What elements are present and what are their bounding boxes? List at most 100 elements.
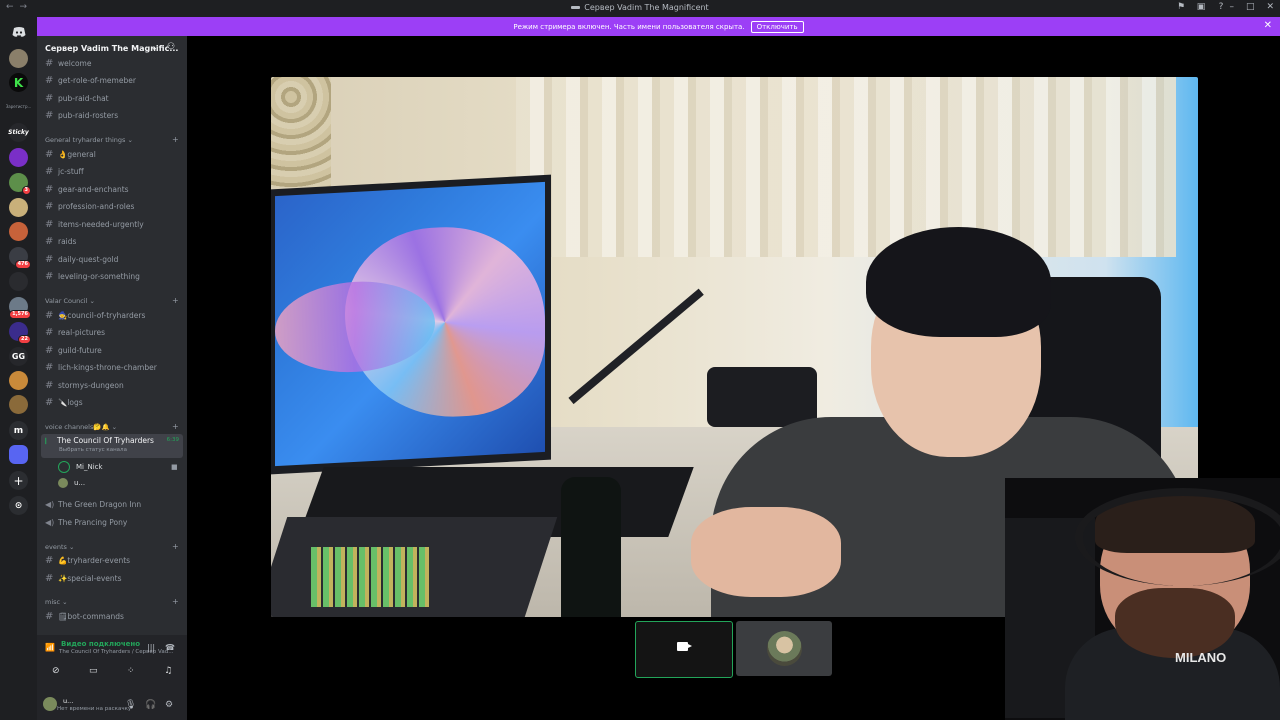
channel-bot-commands[interactable]: # 🗒bot-commands <box>45 609 124 623</box>
help-icon[interactable]: ? <box>1216 2 1226 12</box>
add-server-icon[interactable]: + <box>9 471 28 490</box>
channel-daily-quest[interactable]: # daily-quest-gold <box>45 252 118 266</box>
shirt-logo: MILANO <box>1175 650 1227 665</box>
participant-tile[interactable] <box>736 621 832 676</box>
explore-icon[interactable]: ⊙ <box>9 496 28 515</box>
add-member-icon[interactable]: ⚇ <box>167 42 175 52</box>
headphones-icon <box>1075 488 1280 586</box>
hash-icon: # <box>45 309 54 321</box>
server-icon[interactable] <box>9 148 28 167</box>
minimize-icon[interactable]: – <box>1229 2 1234 12</box>
add-channel-icon[interactable]: + <box>172 422 179 431</box>
voice-user[interactable]: Mi_Nick ■ <box>58 461 178 473</box>
channel-stormys-dungeon[interactable]: # stormys-dungeon <box>45 378 124 392</box>
inbox-icon[interactable]: ▣ <box>1196 2 1206 12</box>
server-icon[interactable] <box>9 395 28 414</box>
activities-icon[interactable]: ⁘ <box>117 663 145 679</box>
voice-channel-active[interactable]: 𝄃 The Council Of Tryharders Выбрать стат… <box>41 434 183 458</box>
participant-tile-selected[interactable] <box>635 621 733 678</box>
headphones-icon[interactable]: 🎧 <box>145 700 156 710</box>
channel-gear[interactable]: # gear-and-enchants <box>45 182 129 196</box>
set-channel-status[interactable]: Выбрать статус канала <box>59 447 127 453</box>
mic-icon[interactable]: 🎙 <box>125 700 136 710</box>
pin-icon[interactable]: ⚑ <box>1176 2 1186 12</box>
server-icon[interactable] <box>9 49 28 68</box>
camera-off-icon[interactable]: ⊘ <box>42 663 70 679</box>
close-window-icon[interactable]: ✕ <box>1266 2 1274 12</box>
server-icon[interactable]: m <box>9 421 28 440</box>
settings-icon[interactable]: ⚙ <box>165 700 173 710</box>
channel-items-needed[interactable]: # items-needed-urgently <box>45 217 144 231</box>
avatar <box>58 478 68 488</box>
close-icon[interactable]: ✕ <box>1264 20 1272 31</box>
channel-logs[interactable]: # 🔪logs <box>45 395 83 409</box>
soundboard-icon[interactable]: ♫ <box>154 663 182 679</box>
voice-channel-green-dragon[interactable]: ◀) The Green Dragon Inn <box>45 497 141 511</box>
channel-general[interactable]: # 👌general <box>45 147 96 161</box>
channel-raids[interactable]: # raids <box>45 234 76 248</box>
voice-user[interactable]: u... <box>58 478 85 488</box>
channel-profession[interactable]: # profession-and-roles <box>45 199 134 213</box>
category-voice-channels[interactable]: voice channels🤔🔔 ⌄ + <box>45 422 179 431</box>
server-icon[interactable]: 476 <box>9 247 31 269</box>
channel-pub-raid-rosters[interactable]: # pub-raid-rosters <box>45 108 118 122</box>
discord-home-icon[interactable] <box>9 23 28 42</box>
channel-council[interactable]: # 🧙council-of-tryharders <box>45 308 145 322</box>
voice-connection-panel: 📶 Видео подключено The Council Of Tryhar… <box>37 635 187 720</box>
hash-icon: # <box>45 57 54 69</box>
video-monitor-screen <box>275 181 545 467</box>
channel-tryharder-events[interactable]: # 💪tryharder-events <box>45 553 130 567</box>
webcam-beard <box>1115 588 1235 658</box>
server-icon-active[interactable] <box>9 445 28 464</box>
channel-special-events[interactable]: # ✨special-events <box>45 571 121 585</box>
server-icon[interactable]: Sticky <box>8 123 29 142</box>
server-badge: 476 <box>14 260 31 269</box>
noise-suppression-icon[interactable]: ||| <box>147 643 155 652</box>
add-channel-icon[interactable]: + <box>172 597 179 606</box>
server-icon[interactable] <box>9 371 28 390</box>
window-controls: – □ ✕ <box>1229 2 1274 12</box>
maximize-icon[interactable]: □ <box>1246 2 1255 12</box>
channel-lich-kings[interactable]: # lich-kings-throne-chamber <box>45 360 157 374</box>
category-misc[interactable]: misc ⌄ + <box>45 597 179 606</box>
hash-icon: # <box>45 109 54 121</box>
channel-welcome[interactable]: # welcome <box>45 56 91 70</box>
hash-icon: # <box>45 361 54 373</box>
add-channel-icon[interactable]: + <box>172 135 179 144</box>
hash-icon: # <box>45 344 54 356</box>
server-icon[interactable]: K <box>9 73 28 92</box>
hash-icon: # <box>45 396 54 408</box>
channel-pub-raid-chat[interactable]: # pub-raid-chat <box>45 91 109 105</box>
hash-icon: # <box>45 253 54 265</box>
server-folder[interactable]: Зарегистр... <box>6 97 32 116</box>
hash-icon: # <box>45 572 54 584</box>
channel-get-role[interactable]: # get-role-of-memeber <box>45 73 136 87</box>
category-events[interactable]: events ⌄ + <box>45 542 179 551</box>
channel-guild-future[interactable]: # guild-future <box>45 343 102 357</box>
server-icon[interactable] <box>9 198 28 217</box>
add-channel-icon[interactable]: + <box>172 542 179 551</box>
server-mini-icon <box>571 6 581 9</box>
add-channel-icon[interactable]: + <box>172 296 179 305</box>
server-icon[interactable] <box>9 272 28 291</box>
video-bottle <box>561 477 621 617</box>
server-icon[interactable]: 22 <box>9 322 31 344</box>
disconnect-icon[interactable]: ☎ <box>165 643 175 652</box>
server-icon[interactable] <box>9 222 28 241</box>
server-icon[interactable]: 3 <box>9 173 31 195</box>
disable-streamer-button[interactable]: Отключить <box>750 20 804 33</box>
channel-leveling[interactable]: # leveling-or-something <box>45 269 140 283</box>
voice-channel-prancing-pony[interactable]: ◀) The Prancing Pony <box>45 515 127 529</box>
category-valar-council[interactable]: Valar Council ⌄ + <box>45 296 179 305</box>
signal-icon[interactable]: 📶 <box>45 643 55 652</box>
screen-share-icon[interactable]: ▭ <box>79 663 107 679</box>
server-icon[interactable]: 1,576 <box>9 297 31 319</box>
title-tools: ⚑ ▣ ? <box>1176 2 1226 12</box>
avatar[interactable] <box>43 697 57 711</box>
category-general-tryharder[interactable]: General tryharder things ⌄ + <box>45 135 179 144</box>
user-panel[interactable]: u... Нет времени на раскачку 🎙 🎧 ⚙ <box>37 688 187 720</box>
camera-icon <box>677 642 692 651</box>
server-icon[interactable]: GG <box>9 347 28 366</box>
channel-real-pictures[interactable]: # real-pictures <box>45 325 105 339</box>
channel-jc-stuff[interactable]: # jc-stuff <box>45 164 84 178</box>
